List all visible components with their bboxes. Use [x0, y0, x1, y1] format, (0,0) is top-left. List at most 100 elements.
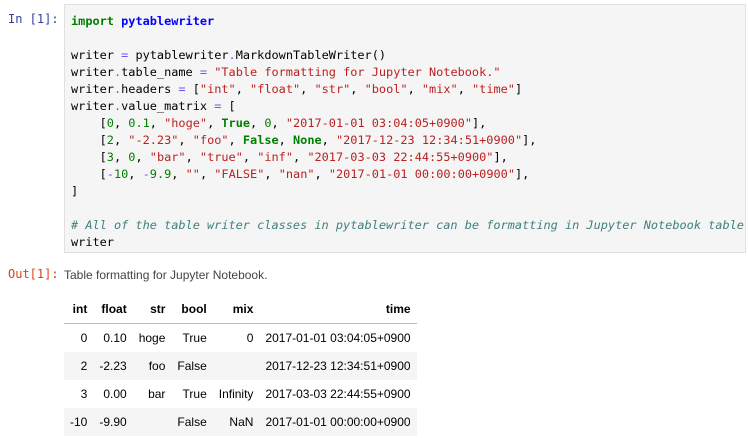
output-prompt: Out[1]: — [8, 267, 59, 281]
code-token: , — [199, 167, 215, 181]
code-token: pytablewriter — [128, 48, 229, 62]
code-token: , — [321, 133, 336, 147]
table-cell: 3 — [80, 387, 88, 401]
code-token: , — [207, 116, 222, 130]
code-token: "-2.23" — [128, 133, 179, 147]
code-token: True — [221, 116, 251, 130]
code-token: writer — [71, 82, 114, 96]
code-token: "" — [185, 167, 200, 181]
code-token: = — [178, 82, 186, 96]
code-line: writer.value_matrix = [ — [71, 98, 739, 115]
table-cell: foo — [132, 352, 172, 380]
code-token: , — [171, 167, 186, 181]
code-token: , — [250, 116, 265, 130]
code-token: , — [235, 82, 251, 96]
table-cell: 0.10 — [103, 331, 127, 345]
code-token: , — [135, 150, 150, 164]
code-line: writer.headers = ["int", "float", "str",… — [71, 81, 739, 98]
code-token: None — [293, 133, 322, 147]
code-token: table_name — [121, 65, 200, 79]
code-token: headers — [121, 82, 179, 96]
table-row: 3 0.00 bar True Infinity 2017-03-03 22:44:55+… — [64, 380, 417, 408]
table-cell: True — [182, 387, 207, 401]
code-token: , — [314, 167, 329, 181]
column-header-float: float — [93, 295, 133, 324]
table-cell: -2.23 — [93, 352, 133, 380]
code-token: 3 — [106, 150, 114, 164]
code-token: 10 — [113, 167, 129, 181]
code-token: "bool" — [364, 82, 408, 96]
code-token: , — [407, 82, 422, 96]
code-line: # All of the table writer classes in pyt… — [71, 217, 745, 234]
code-token: 9.9 — [149, 167, 172, 181]
code-token: [ — [71, 116, 107, 130]
code-token: , — [113, 133, 129, 147]
code-token: "2017-01-01 00:00:00+0900" — [328, 167, 515, 181]
table-cell: 2017-01-01 00:00:00+0900 — [259, 408, 417, 436]
code-token: import — [71, 14, 114, 28]
code-token: "float" — [250, 82, 301, 96]
table-cell: NaN — [212, 408, 260, 436]
code-token: False — [242, 133, 279, 147]
code-token: 2 — [106, 133, 114, 147]
code-token: "time" — [472, 82, 515, 96]
table-cell: hoge — [138, 331, 166, 345]
code-token: - — [106, 167, 114, 181]
code-token: ], — [472, 116, 487, 130]
code-token: , — [350, 82, 365, 96]
table-cell: -9.90 — [93, 408, 133, 436]
code-token: "FALSE" — [214, 167, 265, 181]
table-cell: 0 — [80, 331, 88, 345]
table-cell — [132, 408, 172, 436]
code-token: "mix" — [421, 82, 458, 96]
output-table-title: Table formatting for Jupyter Notebook. — [64, 268, 268, 282]
code-token: "2017-03-03 22:44:55+0900" — [307, 150, 494, 164]
code-token: MarkdownTableWriter() — [235, 48, 387, 62]
code-token: ], — [514, 167, 530, 181]
code-token: "foo" — [192, 133, 229, 147]
code-token: # All of the table writer classes in pyt… — [71, 218, 746, 232]
code-token: 0.1 — [128, 116, 150, 130]
code-token: "nan" — [278, 167, 315, 181]
code-token: 0 — [106, 116, 114, 130]
code-token: "2017-12-23 12:34:51+0900" — [335, 133, 523, 147]
table-cell: 2 — [64, 352, 94, 380]
table-cell: bar — [148, 387, 166, 401]
code-token: , — [113, 116, 129, 130]
code-token: "inf" — [257, 150, 293, 164]
table-cell: Infinity — [218, 387, 254, 401]
code-line: ] — [71, 183, 739, 200]
code-line: [3, 0, "bar", "true", "inf", "2017-03-03… — [71, 149, 739, 166]
column-header-int: int — [64, 295, 94, 324]
code-line: writer.table_name = "Table formatting fo… — [71, 64, 739, 81]
code-token: "Table formatting for Jupyter Notebook." — [214, 65, 501, 79]
code-token: ] — [71, 184, 79, 198]
table-cell: True — [182, 331, 207, 345]
code-token: , — [149, 116, 165, 130]
code-cell-editor[interactable]: import pytablewriter writer = pytablewri… — [64, 4, 746, 253]
table-cell: 2017-01-01 03:04:05+0900 — [265, 331, 411, 345]
table-row: 2 -2.23 foo False 2017-12-23 12:34:51+0900 — [64, 352, 417, 380]
code-token: , — [128, 167, 143, 181]
code-token: "hoge" — [164, 116, 208, 130]
code-line: writer = pytablewriter.MarkdownTableWrit… — [71, 47, 739, 64]
table-header-row: int float str bool mix time — [64, 295, 417, 324]
code-token: , — [457, 82, 473, 96]
code-token: , — [264, 167, 279, 181]
table-row: 0 0.10 hoge True 0 2017-01-01 03:04:05+0900 — [64, 324, 417, 353]
column-header-mix: mix — [212, 295, 260, 324]
table-row: -10 -9.90 False NaN 2017-01-01 00:00:00+0900 — [64, 408, 417, 436]
code-line: [-10, -9.9, "", "FALSE", "nan", "2017-01… — [71, 166, 739, 183]
code-token: , — [185, 150, 200, 164]
code-token: [ — [71, 150, 107, 164]
code-token: "int" — [199, 82, 236, 96]
code-token: , — [228, 133, 243, 147]
code-line: [2, "-2.23", "foo", False, None, "2017-1… — [71, 132, 739, 149]
code-token: . — [228, 48, 236, 62]
code-token: , — [278, 133, 293, 147]
code-token: , — [300, 82, 315, 96]
input-prompt: In [1]: — [8, 12, 59, 26]
code-token: "2017-01-01 03:04:05+0900" — [285, 116, 472, 130]
